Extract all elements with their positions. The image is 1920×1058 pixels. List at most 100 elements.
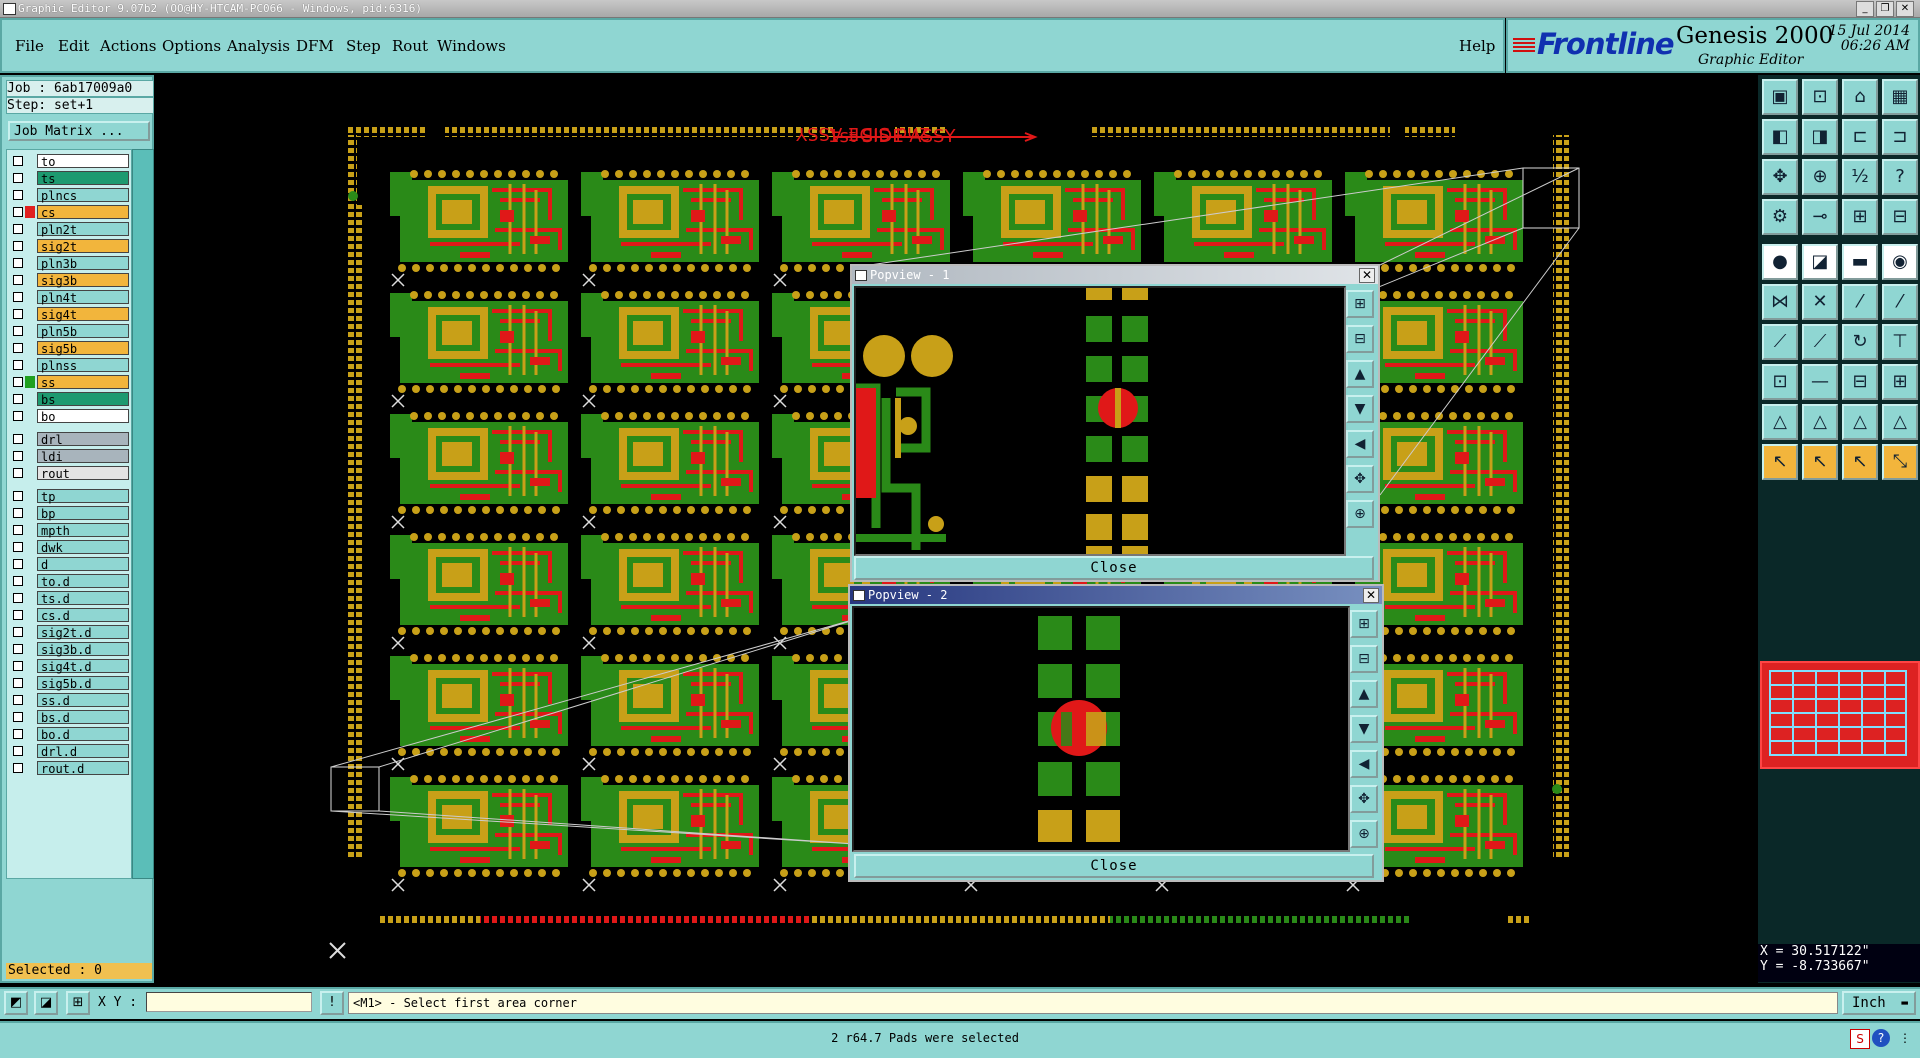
popview-2-pan-up-button[interactable]: ▲ — [1350, 680, 1378, 708]
layer-name[interactable]: plncs — [37, 188, 129, 203]
layer-row[interactable]: cs.d — [9, 608, 129, 623]
layer-checkbox[interactable] — [13, 593, 23, 603]
tool-button-24[interactable]: ⁄ — [1882, 284, 1918, 320]
layer-checkbox[interactable] — [13, 360, 23, 370]
window-title-bar[interactable]: Graphic Editor 9.07b2 (OO@HY-HTCAM-PC066… — [0, 0, 1920, 18]
layer-checkbox[interactable] — [13, 542, 23, 552]
pcb-board[interactable] — [388, 773, 570, 879]
layer-name[interactable]: pln4t — [37, 290, 129, 305]
tool-button-32[interactable]: ⊞ — [1882, 364, 1918, 400]
tool-button-39[interactable]: ↖ — [1842, 444, 1878, 480]
tool-button-9[interactable]: ✥ — [1762, 159, 1798, 195]
tool-button-7[interactable]: ⊏ — [1842, 119, 1878, 155]
pcb-board[interactable] — [579, 531, 761, 637]
layer-checkbox[interactable] — [13, 491, 23, 501]
layer-row[interactable]: pln2t — [9, 222, 129, 237]
popview-1-fit-button[interactable]: ✥ — [1346, 465, 1374, 493]
layer-name[interactable]: sig3b — [37, 273, 129, 288]
tool-button-12[interactable]: ? — [1882, 159, 1918, 195]
layer-name[interactable]: sig4t — [37, 307, 129, 322]
pcb-board[interactable] — [1343, 168, 1525, 274]
menu-windows[interactable]: Windows — [437, 37, 506, 55]
job-matrix-button[interactable]: Job Matrix ... — [8, 121, 150, 141]
layer-name[interactable]: plnss — [37, 358, 129, 373]
layer-row[interactable]: sig3b — [9, 273, 129, 288]
tool-button-16[interactable]: ⊟ — [1882, 199, 1918, 235]
layer-row[interactable]: bs — [9, 392, 129, 407]
tool-button-5[interactable]: ◧ — [1762, 119, 1798, 155]
popview-2-close-icon[interactable]: ✕ — [1363, 588, 1379, 603]
layer-checkbox[interactable] — [13, 377, 23, 387]
layer-name[interactable]: pln2t — [37, 222, 129, 237]
layer-row[interactable]: to.d — [9, 574, 129, 589]
tray-help-icon[interactable]: ? — [1872, 1029, 1890, 1047]
layer-row[interactable]: pln3b — [9, 256, 129, 271]
tool-button-15[interactable]: ⊞ — [1842, 199, 1878, 235]
layer-name[interactable]: sig2t — [37, 239, 129, 254]
layer-row[interactable]: rout.d — [9, 761, 129, 776]
tool-button-40[interactable]: ⤡ — [1882, 444, 1918, 480]
tool-button-11[interactable]: ½ — [1842, 159, 1878, 195]
layer-name[interactable]: d — [37, 557, 129, 572]
layer-name[interactable]: bp — [37, 506, 129, 521]
panel-overview-map[interactable] — [1760, 661, 1920, 769]
popview-2-zoom-in-button[interactable]: ⊞ — [1350, 610, 1378, 638]
layer-checkbox[interactable] — [13, 661, 23, 671]
layer-row[interactable]: ts — [9, 171, 129, 186]
layer-row[interactable]: drl.d — [9, 744, 129, 759]
layer-name[interactable]: cs — [37, 205, 129, 220]
popview-1-zoom-in-button[interactable]: ⊞ — [1346, 290, 1374, 318]
tool-button-21[interactable]: ⋈ — [1762, 284, 1798, 320]
layer-name[interactable]: to — [37, 154, 129, 169]
layer-name[interactable]: to.d — [37, 574, 129, 589]
layer-checkbox[interactable] — [13, 190, 23, 200]
layer-name[interactable]: ts.d — [37, 591, 129, 606]
maximize-button[interactable]: ❐ — [1876, 1, 1894, 17]
pcb-board[interactable] — [1152, 168, 1334, 274]
layer-row[interactable]: ldi — [9, 449, 129, 464]
layer-name[interactable]: sig2t.d — [37, 625, 129, 640]
popview-2-pan-left-button[interactable]: ◀ — [1350, 750, 1378, 778]
popview-1-pan-down-button[interactable]: ▼ — [1346, 395, 1374, 423]
layer-name[interactable]: cs.d — [37, 608, 129, 623]
tool-button-20[interactable]: ◉ — [1882, 244, 1918, 280]
tool-button-6[interactable]: ◨ — [1802, 119, 1838, 155]
tool-button-30[interactable]: — — [1802, 364, 1838, 400]
minimize-button[interactable]: _ — [1856, 1, 1874, 17]
layer-checkbox[interactable] — [13, 241, 23, 251]
popview-2-center-button[interactable]: ⊕ — [1350, 820, 1378, 848]
layer-row[interactable]: sig5b.d — [9, 676, 129, 691]
layer-checkbox[interactable] — [13, 559, 23, 569]
tool-button-14[interactable]: ⊸ — [1802, 199, 1838, 235]
layer-checkbox[interactable] — [13, 292, 23, 302]
popview-2-view[interactable] — [852, 606, 1350, 852]
layer-row[interactable]: ss — [9, 375, 129, 390]
pcb-board[interactable] — [388, 168, 570, 274]
layer-checkbox[interactable] — [13, 156, 23, 166]
layer-row[interactable]: sig5b — [9, 341, 129, 356]
layer-row[interactable]: bs.d — [9, 710, 129, 725]
tool-button-29[interactable]: ⊡ — [1762, 364, 1798, 400]
layer-checkbox[interactable] — [13, 576, 23, 586]
layer-row[interactable]: sig4t — [9, 307, 129, 322]
layer-row[interactable]: pln4t — [9, 290, 129, 305]
menu-analysis[interactable]: Analysis — [227, 37, 290, 55]
layer-row[interactable]: sig3b.d — [9, 642, 129, 657]
layer-checkbox[interactable] — [13, 746, 23, 756]
tool-button-34[interactable]: △ — [1802, 404, 1838, 440]
tool-button-28[interactable]: ⊤ — [1882, 324, 1918, 360]
layer-checkbox[interactable] — [13, 763, 23, 773]
popview-2-close-button[interactable]: Close — [854, 854, 1374, 878]
tool-button-18[interactable]: ◪ — [1802, 244, 1838, 280]
menu-file[interactable]: File — [15, 37, 44, 55]
layer-name[interactable]: bo — [37, 409, 129, 424]
pcb-board[interactable] — [579, 410, 761, 516]
layer-name[interactable]: sig5b — [37, 341, 129, 356]
tool-button-38[interactable]: ↖ — [1802, 444, 1838, 480]
layer-name[interactable]: pln3b — [37, 256, 129, 271]
pcb-board[interactable] — [388, 410, 570, 516]
layer-checkbox[interactable] — [13, 678, 23, 688]
tool-button-23[interactable]: ⁄ — [1842, 284, 1878, 320]
tool-button-13[interactable]: ⚙ — [1762, 199, 1798, 235]
layer-name[interactable]: rout — [37, 466, 129, 481]
